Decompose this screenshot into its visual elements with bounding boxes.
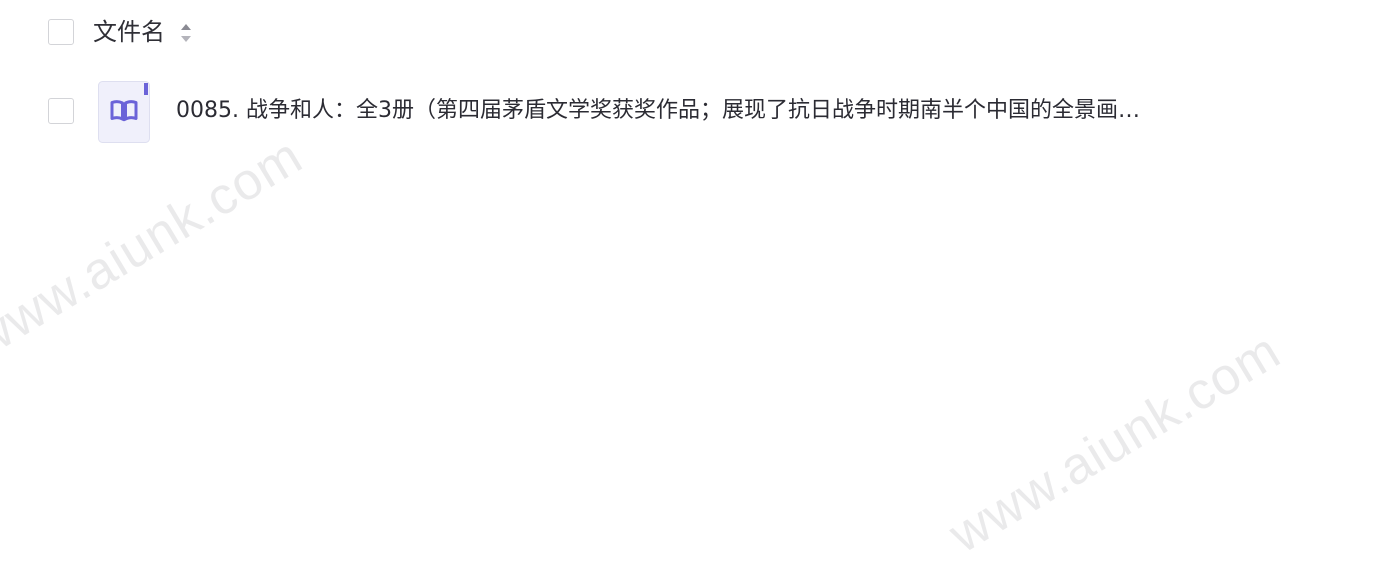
book-file-icon[interactable]	[98, 81, 150, 143]
filename-column-header[interactable]: 文件名	[93, 16, 165, 48]
file-row-checkbox[interactable]	[48, 98, 74, 124]
watermark: www.aiunk.com	[939, 321, 1291, 565]
file-name[interactable]: 0085. 战争和人：全3册（第四届茅盾文学奖获奖作品；展现了抗日战争时期南半个…	[176, 94, 1236, 128]
sort-icon[interactable]	[179, 21, 193, 45]
file-list-page: 文件名 0085. 战争和人：全3册（第四届茅盾文学奖获奖作品；展现了抗日战争时…	[0, 0, 1384, 588]
file-row[interactable]: 0085. 战争和人：全3册（第四届茅盾文学奖获奖作品；展现了抗日战争时期南半个…	[0, 78, 1384, 146]
file-list-header: 文件名	[0, 0, 1384, 66]
select-all-checkbox[interactable]	[48, 19, 74, 45]
watermark: www.aiunk.com	[0, 126, 313, 370]
